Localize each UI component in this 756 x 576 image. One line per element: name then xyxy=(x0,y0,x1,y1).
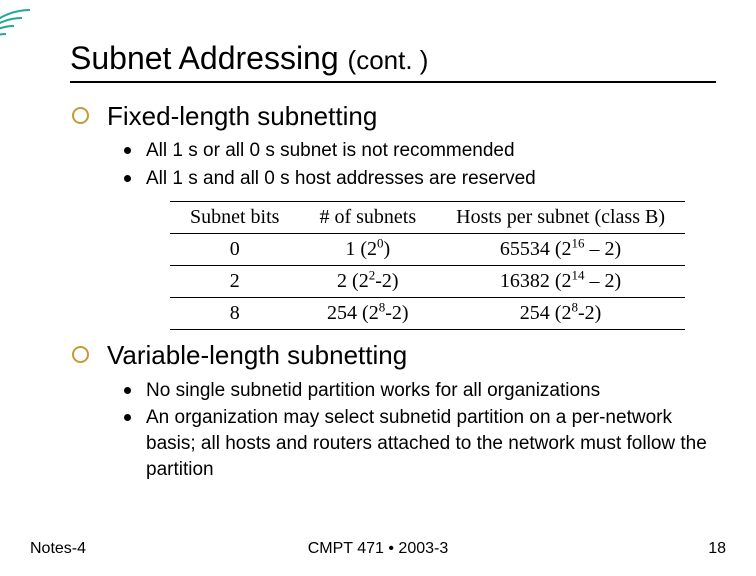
section-fixed-length: Fixed-length subnetting All 1 s or all 0… xyxy=(70,101,716,330)
footer-left: Notes-4 xyxy=(30,540,86,558)
table-row: 0 1 (20) 65534 (216 – 2) xyxy=(170,234,685,266)
table-row: 8 254 (28-2) 254 (28-2) xyxy=(170,298,685,330)
section-header: Variable-length subnetting xyxy=(72,340,716,371)
section-title: Variable-length subnetting xyxy=(107,340,407,371)
cell: 0 xyxy=(170,234,299,266)
decorative-swirl-icon xyxy=(0,0,70,70)
subnet-table: Subnet bits # of subnets Hosts per subne… xyxy=(170,201,685,330)
footer: Notes-4 CMPT 471 • 2003-3 18 xyxy=(30,540,726,558)
ring-bullet-icon xyxy=(72,346,89,363)
list-item: No single subnetid partition works for a… xyxy=(124,378,716,404)
col-header: Subnet bits xyxy=(170,202,299,234)
footer-right: 18 xyxy=(708,540,726,558)
col-header: # of subnets xyxy=(299,202,436,234)
cell: 16382 (214 – 2) xyxy=(436,266,685,298)
cell: 2 xyxy=(170,266,299,298)
cell: 254 (28-2) xyxy=(299,298,436,330)
bullet-list: No single subnetid partition works for a… xyxy=(124,378,716,483)
list-item: All 1 s and all 0 s host addresses are r… xyxy=(124,166,716,192)
col-header: Hosts per subnet (class B) xyxy=(436,202,685,234)
page-title: Subnet Addressing (cont. ) xyxy=(70,40,716,77)
ring-bullet-icon xyxy=(72,107,89,124)
footer-center: CMPT 471 • 2003-3 xyxy=(308,540,449,558)
list-item: All 1 s or all 0 s subnet is not recomme… xyxy=(124,138,716,164)
list-item: An organization may select subnetid part… xyxy=(124,405,716,482)
cell: 1 (20) xyxy=(299,234,436,266)
cell: 8 xyxy=(170,298,299,330)
table-header-row: Subnet bits # of subnets Hosts per subne… xyxy=(170,202,685,234)
cell: 254 (28-2) xyxy=(436,298,685,330)
bullet-list: All 1 s or all 0 s subnet is not recomme… xyxy=(124,138,716,191)
cell: 2 (22-2) xyxy=(299,266,436,298)
table-row: 2 2 (22-2) 16382 (214 – 2) xyxy=(170,266,685,298)
cell: 65534 (216 – 2) xyxy=(436,234,685,266)
title-cont: (cont. ) xyxy=(348,45,429,75)
section-header: Fixed-length subnetting xyxy=(72,101,716,132)
title-main: Subnet Addressing xyxy=(70,40,348,76)
section-variable-length: Variable-length subnetting No single sub… xyxy=(70,340,716,482)
section-title: Fixed-length subnetting xyxy=(107,101,377,132)
slide: Subnet Addressing (cont. ) Fixed-length … xyxy=(0,0,756,576)
title-container: Subnet Addressing (cont. ) xyxy=(70,40,716,83)
